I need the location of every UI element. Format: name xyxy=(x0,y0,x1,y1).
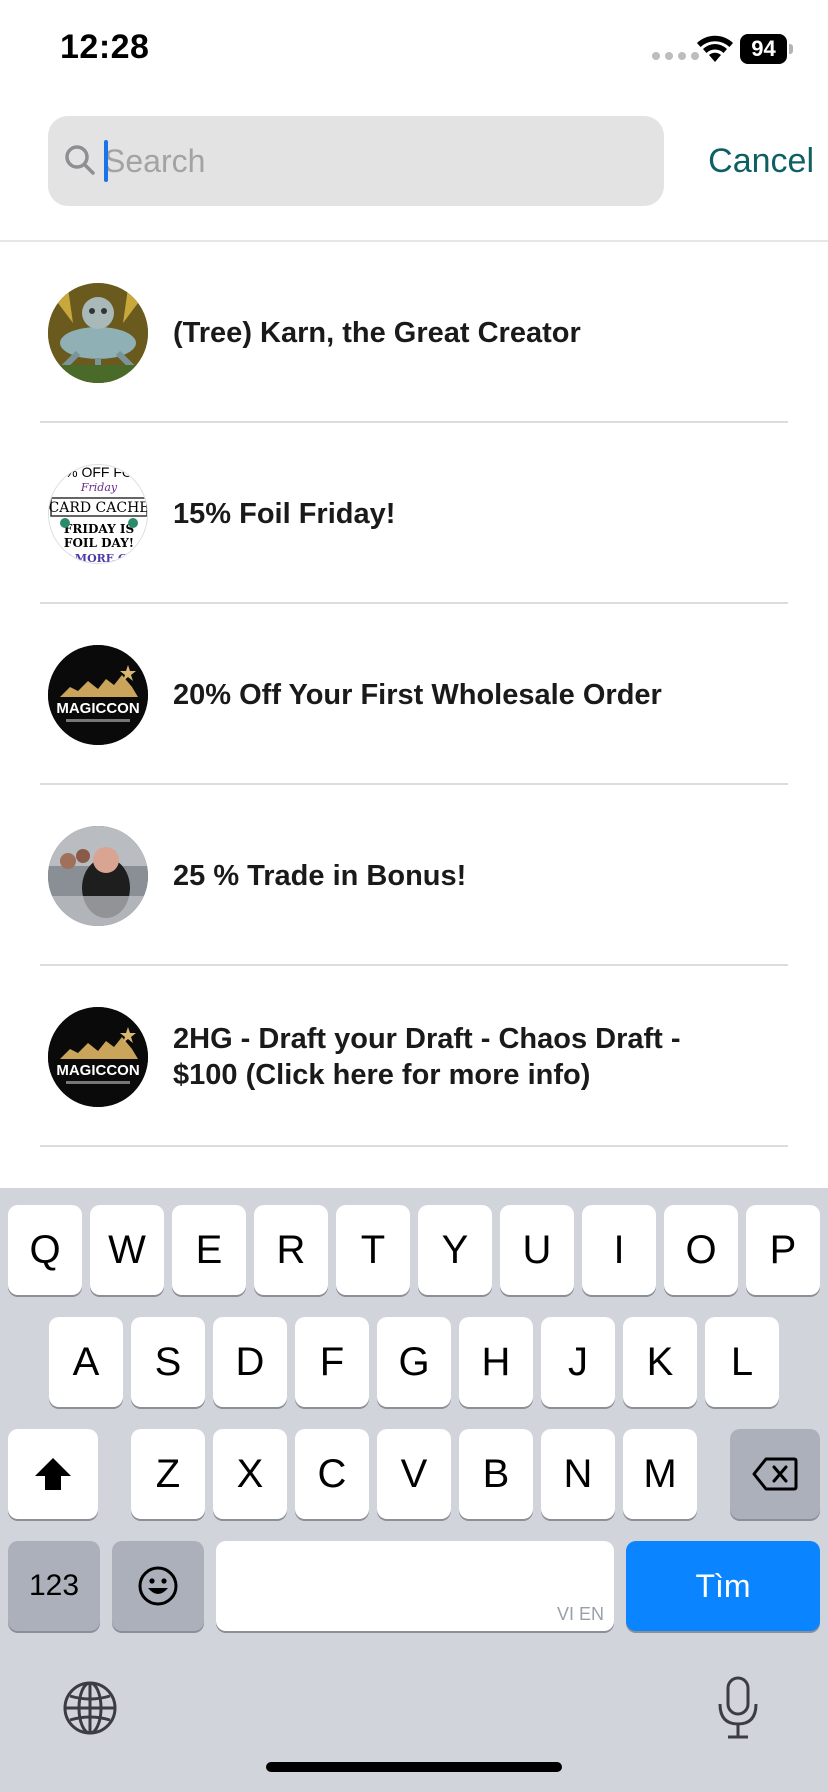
list-item[interactable]: MAGICCON 2HG - Draft your Draft - Chaos … xyxy=(0,966,828,1147)
status-time: 12:28 xyxy=(60,28,150,66)
avatar-text: FOIL DAY! xyxy=(64,536,134,550)
backspace-icon xyxy=(752,1457,798,1491)
key-h[interactable]: H xyxy=(459,1317,533,1407)
search-icon xyxy=(65,145,95,175)
cellular-signal-icon xyxy=(652,52,699,60)
avatar xyxy=(48,826,148,926)
numbers-key[interactable]: 123 xyxy=(8,1541,100,1631)
key-l[interactable]: L xyxy=(705,1317,779,1407)
key-p[interactable]: P xyxy=(746,1205,820,1295)
results-list: (Tree) Karn, the Great Creator % OFF FO … xyxy=(0,242,828,1147)
key-k[interactable]: K xyxy=(623,1317,697,1407)
list-item[interactable]: 25 % Trade in Bonus! xyxy=(0,785,828,966)
key-b[interactable]: B xyxy=(459,1429,533,1519)
key-d[interactable]: D xyxy=(213,1317,287,1407)
shift-key[interactable] xyxy=(8,1429,98,1519)
key-z[interactable]: Z xyxy=(131,1429,205,1519)
home-indicator xyxy=(266,1762,562,1772)
key-w[interactable]: W xyxy=(90,1205,164,1295)
emoji-icon xyxy=(138,1566,178,1606)
key-i[interactable]: I xyxy=(582,1205,656,1295)
key-y[interactable]: Y xyxy=(418,1205,492,1295)
key-m[interactable]: M xyxy=(623,1429,697,1519)
item-title: 2HG - Draft your Draft - Chaos Draft - $… xyxy=(173,1022,681,1091)
list-item[interactable]: (Tree) Karn, the Great Creator xyxy=(0,242,828,423)
key-t[interactable]: T xyxy=(336,1205,410,1295)
search-input[interactable] xyxy=(104,116,644,206)
avatar-text: Friday xyxy=(80,481,118,494)
key-a[interactable]: A xyxy=(49,1317,123,1407)
item-title: (Tree) Karn, the Great Creator xyxy=(173,316,581,349)
foil-friday-flyer-icon: % OFF FO Friday CARD CACHE FRIDAY IS FOI… xyxy=(49,465,148,564)
emoji-key[interactable] xyxy=(112,1541,204,1631)
search-field[interactable] xyxy=(48,116,664,206)
person-photo-icon xyxy=(48,826,148,926)
item-title: 25 % Trade in Bonus! xyxy=(173,859,467,892)
key-x[interactable]: X xyxy=(213,1429,287,1519)
delete-key[interactable] xyxy=(730,1429,820,1519)
key-u[interactable]: U xyxy=(500,1205,574,1295)
keyboard: Q W E R T Y U I O P A S D F G H J K L Z … xyxy=(0,1188,828,1792)
magiccon-logo-icon: MAGICCON xyxy=(48,645,148,745)
key-g[interactable]: G xyxy=(377,1317,451,1407)
avatar: MAGICCON xyxy=(48,1007,148,1107)
key-e[interactable]: E xyxy=(172,1205,246,1295)
battery-level: 94 xyxy=(740,34,787,64)
magiccon-logo-icon: MAGICCON xyxy=(48,1007,148,1107)
key-r[interactable]: R xyxy=(254,1205,328,1295)
divider xyxy=(40,1145,788,1147)
item-title: 15% Foil Friday! xyxy=(173,497,396,530)
search-return-key[interactable]: Tìm xyxy=(626,1541,820,1631)
list-item[interactable]: MAGICCON 20% Off Your First Wholesale Or… xyxy=(0,604,828,785)
status-bar: 12:28 94 xyxy=(0,0,828,100)
avatar-text: CARD CACHE xyxy=(49,500,148,516)
list-item[interactable]: % OFF FO Friday CARD CACHE FRIDAY IS FOI… xyxy=(0,423,828,604)
key-c[interactable]: C xyxy=(295,1429,369,1519)
space-language-hint: VI EN xyxy=(556,1604,604,1624)
key-j[interactable]: J xyxy=(541,1317,615,1407)
avatar-text: MAGICCON xyxy=(56,1062,139,1079)
avatar-text: MAGICCON xyxy=(56,700,139,717)
space-key[interactable]: VI EN xyxy=(216,1541,614,1631)
item-title: 20% Off Your First Wholesale Order xyxy=(173,678,662,711)
key-o[interactable]: O xyxy=(664,1205,738,1295)
screen: 12:28 94 Cancel xyxy=(0,0,828,1792)
text-cursor xyxy=(104,140,108,182)
search-header: Cancel xyxy=(0,100,828,242)
avatar-text: % OFF FO xyxy=(65,465,133,480)
avatar-text: E MORE CA xyxy=(63,552,136,564)
battery-icon: 94 xyxy=(740,34,793,64)
avatar: MAGICCON xyxy=(48,645,148,745)
avatar-text: FRIDAY IS xyxy=(64,522,134,536)
wifi-icon xyxy=(697,35,733,62)
karn-artwork-icon xyxy=(48,283,148,383)
cancel-button[interactable]: Cancel xyxy=(682,130,814,192)
globe-icon[interactable] xyxy=(62,1680,118,1736)
key-v[interactable]: V xyxy=(377,1429,451,1519)
key-f[interactable]: F xyxy=(295,1317,369,1407)
avatar xyxy=(48,283,148,383)
key-s[interactable]: S xyxy=(131,1317,205,1407)
key-n[interactable]: N xyxy=(541,1429,615,1519)
avatar: % OFF FO Friday CARD CACHE FRIDAY IS FOI… xyxy=(48,464,148,564)
shift-icon xyxy=(35,1458,71,1490)
key-q[interactable]: Q xyxy=(8,1205,82,1295)
microphone-icon[interactable] xyxy=(716,1676,760,1740)
